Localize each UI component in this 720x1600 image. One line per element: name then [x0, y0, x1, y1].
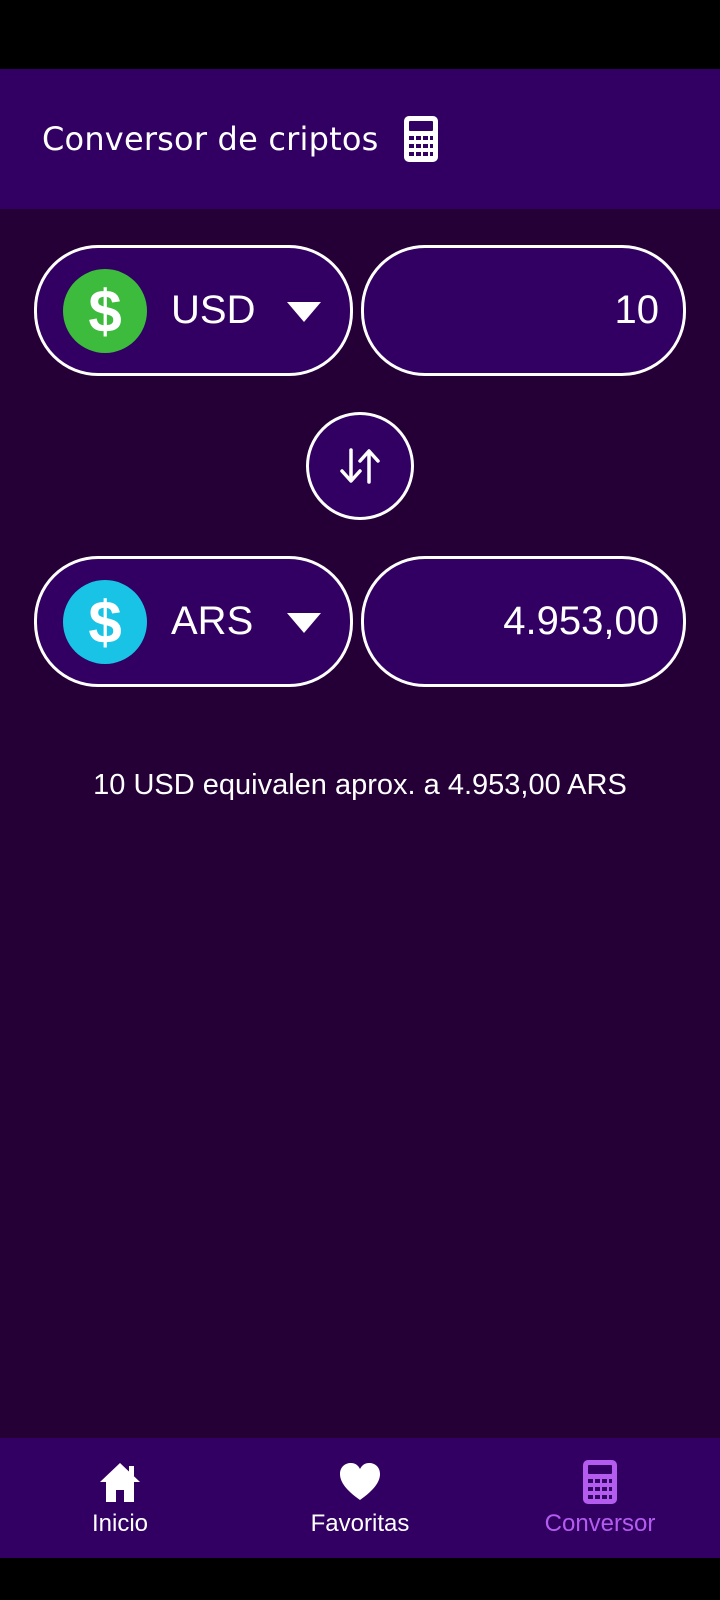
- from-currency-code: USD: [171, 288, 256, 332]
- home-icon: [100, 1463, 140, 1502]
- nav-item-favoritas[interactable]: Favoritas: [240, 1438, 480, 1558]
- chevron-down-icon: [287, 613, 321, 633]
- conversion-result-text: 10 USD equivalen aprox. a 4.953,00 ARS: [93, 769, 627, 801]
- converter-panel: $ USD 10 $ ARS 4.953,00 10 USD equivalen…: [0, 209, 720, 1438]
- nav-label-inicio: Inicio: [91, 1510, 149, 1537]
- nav-label-conversor: Conversor: [544, 1510, 656, 1537]
- chevron-down-icon: [287, 302, 321, 322]
- nav-label-favoritas: Favoritas: [310, 1510, 410, 1537]
- system-navigation-bar: [0, 1558, 720, 1600]
- bottom-navigation: Inicio Favoritas Conversor: [0, 1438, 720, 1558]
- page-title: Conversor de criptos: [42, 120, 379, 158]
- to-currency-code: ARS: [171, 599, 254, 643]
- from-currency-select[interactable]: $ USD: [34, 245, 353, 376]
- nav-item-inicio[interactable]: Inicio: [0, 1438, 240, 1558]
- status-bar: [0, 0, 720, 69]
- dollar-coin-icon: $: [63, 580, 147, 664]
- calculator-icon: [404, 116, 439, 162]
- dollar-coin-icon: $: [63, 269, 147, 353]
- nav-item-conversor[interactable]: Conversor: [480, 1438, 720, 1558]
- to-amount-output: 4.953,00: [361, 556, 686, 687]
- to-currency-select[interactable]: $ ARS: [34, 556, 353, 687]
- to-amount-value: 4.953,00: [503, 599, 659, 643]
- from-amount-value: 10: [614, 288, 660, 332]
- swap-button[interactable]: [306, 412, 414, 520]
- calculator-icon: [583, 1460, 617, 1504]
- swap-arrows-icon: [340, 448, 380, 484]
- app-header: Conversor de criptos: [0, 69, 720, 209]
- heart-icon: [340, 1463, 380, 1500]
- from-amount-input[interactable]: 10: [361, 245, 686, 376]
